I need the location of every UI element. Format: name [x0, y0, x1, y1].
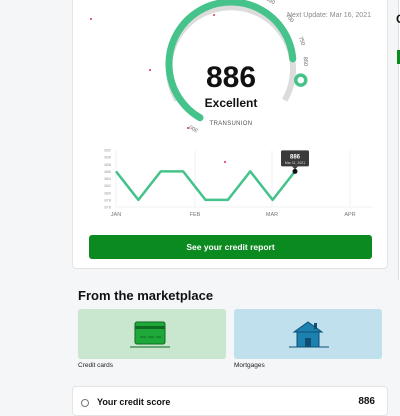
credit-cards-label[interactable]: Credit cards [78, 362, 113, 369]
chart-x-label: JAN [111, 212, 121, 218]
gauge-tick-label: 700 [284, 13, 294, 24]
decorative-dot [213, 14, 215, 16]
chart-y-tick-label: 890 [104, 155, 111, 160]
chart-tooltip-pointer [292, 166, 298, 169]
chart-y-tick-label: 886 [104, 169, 111, 174]
gauge-tick-label: 650 [265, 0, 276, 6]
mortgages-label[interactable]: Mortgages [234, 362, 265, 369]
score-history-chart[interactable]: 892 890 888 886 884 882 880 878 876JAN FEB MAR APR 8… [73, 140, 389, 225]
chart-x-label: FEB [190, 212, 201, 218]
chart-y-tick-label: 892 [104, 148, 111, 153]
chart-y-tick-label: 888 [104, 162, 111, 167]
chart-y-tick-label: 876 [104, 205, 111, 210]
chart-y-tick-label: 882 [104, 183, 111, 188]
chart-x-label: APR [344, 212, 355, 218]
chart-tooltip-date: Mar 11, 2021 [285, 161, 305, 165]
decorative-dot [187, 127, 189, 129]
credit-cards-tile[interactable] [78, 309, 226, 359]
decorative-dot [90, 18, 92, 20]
credit-score-rating: Excellent [73, 96, 389, 110]
decorative-dot [149, 69, 151, 71]
chart-y-tick-label: 878 [104, 197, 111, 202]
house-icon [234, 309, 382, 359]
chart-active-point[interactable] [293, 169, 298, 174]
your-credit-score-value: 886 [358, 396, 375, 407]
adjacent-panel-letter: C [396, 12, 400, 26]
mortgages-tile[interactable] [234, 309, 382, 359]
chart-y-tick-label: 884 [104, 176, 111, 181]
decorative-dot [224, 161, 226, 163]
chart-tooltip-value: 886 [290, 154, 301, 160]
chart-series-line [116, 171, 295, 200]
chart-y-tick-label: 880 [104, 190, 111, 195]
credit-score-value: 886 [73, 61, 389, 95]
see-credit-report-button[interactable]: See your credit report [89, 235, 372, 259]
bureau-label: TRANSUNION [73, 121, 389, 127]
chart-x-label: MAR [266, 212, 278, 218]
your-credit-score-card[interactable]: Your credit score 886 [72, 386, 388, 416]
marketplace-title: From the marketplace [78, 288, 213, 303]
info-icon [81, 399, 89, 407]
your-credit-score-title: Your credit score [97, 397, 170, 407]
credit-score-card: Next Update: Mar 16, 2021 30040060065070… [72, 0, 388, 269]
gauge-tick-label: 750 [297, 36, 306, 47]
credit-card-icon [78, 309, 226, 359]
